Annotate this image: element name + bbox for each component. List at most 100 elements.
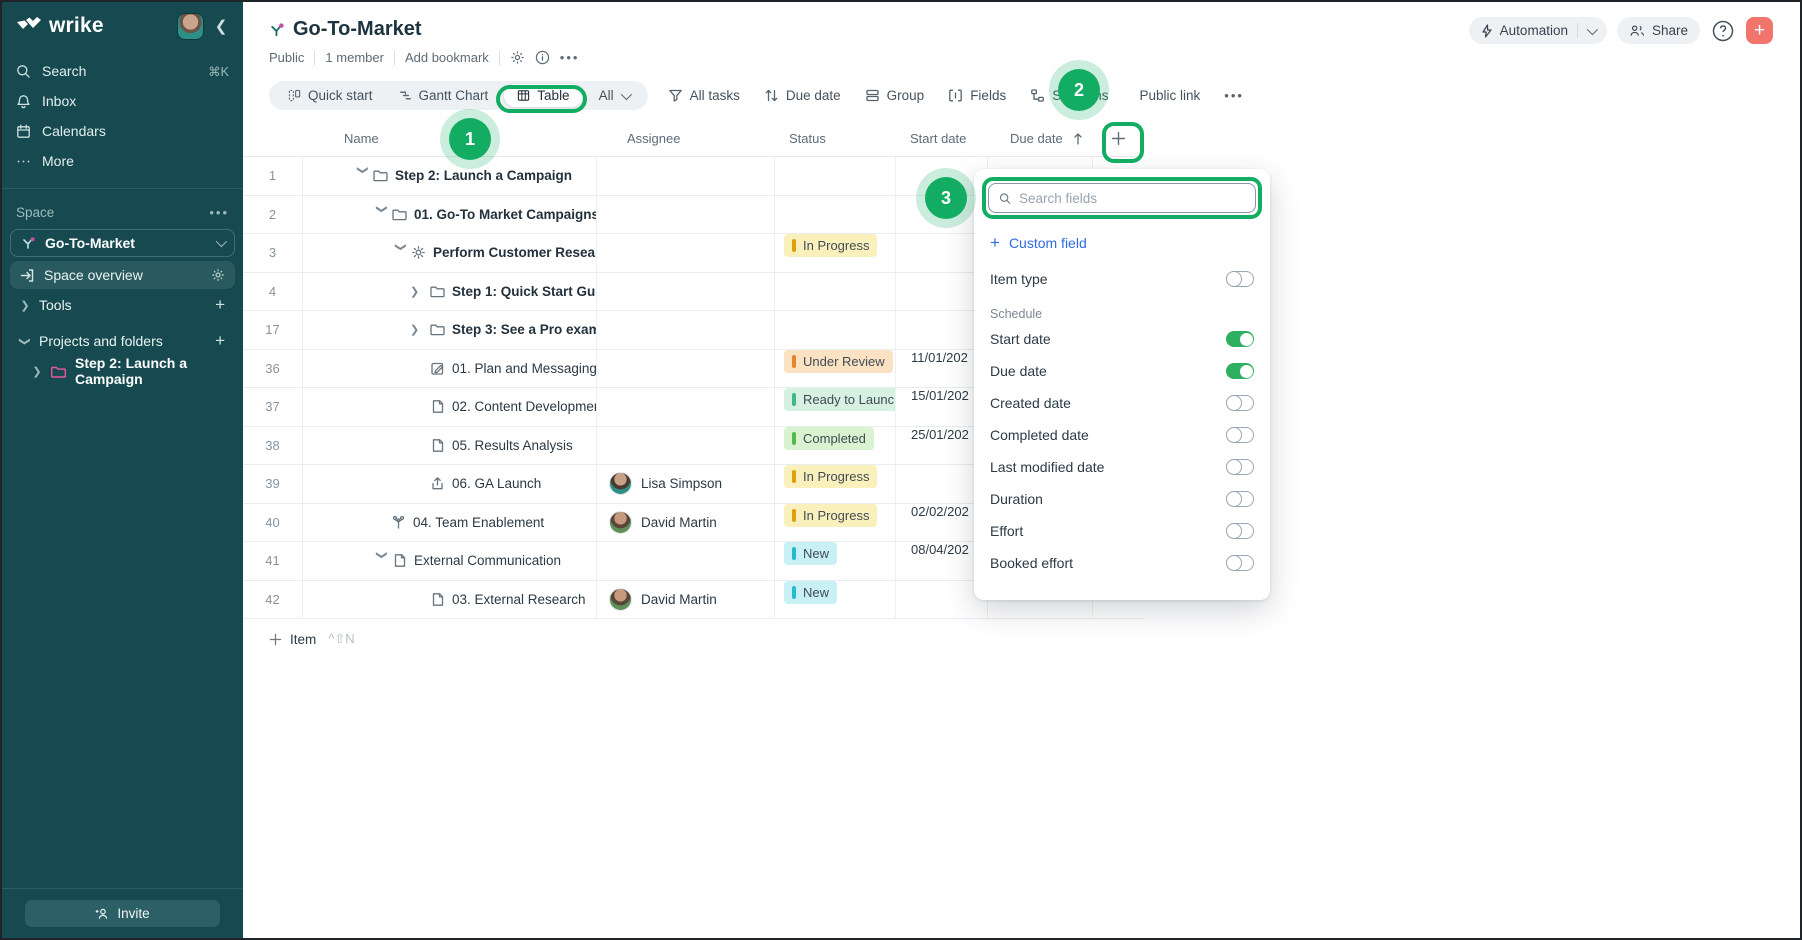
assignee-cell[interactable]: David Martin [596, 504, 774, 542]
automation-button[interactable]: Automation [1469, 17, 1607, 44]
public-label[interactable]: Public [269, 50, 304, 65]
chevron-down-icon[interactable]: ❯ [357, 166, 370, 186]
column-header-status[interactable]: Status [774, 131, 895, 146]
chevron-right-icon[interactable]: ❯ [410, 323, 430, 336]
members-label[interactable]: 1 member [325, 50, 384, 65]
toggle-switch[interactable] [1226, 395, 1254, 411]
field-label: Completed date [990, 427, 1226, 443]
assignee-cell[interactable] [596, 311, 774, 349]
column-header-start-date[interactable]: Start date [895, 131, 987, 146]
status-cell[interactable]: Completed [774, 427, 895, 465]
status-cell[interactable] [774, 311, 895, 349]
status-cell[interactable]: New [774, 542, 895, 580]
toolbar-more-icon[interactable]: ••• [1224, 88, 1244, 103]
status-cell[interactable]: In Progress [774, 465, 895, 503]
chevron-down-icon[interactable]: ❯ [376, 551, 389, 571]
invite-button[interactable]: Invite [25, 900, 220, 927]
toolbar-all-tasks[interactable]: All tasks [668, 88, 740, 103]
status-cell[interactable]: Under Review [774, 350, 895, 388]
sidebar-item-space-overview[interactable]: Space overview [10, 261, 235, 289]
add-item-button[interactable]: Item ^⇧N [243, 619, 1145, 659]
add-custom-field-button[interactable]: + Custom field [990, 233, 1254, 253]
assignee-cell[interactable]: Lisa Simpson [596, 465, 774, 503]
assignee-cell[interactable] [596, 196, 774, 234]
task-name-cell[interactable]: 04. Team Enablement [302, 504, 596, 542]
add-bookmark-link[interactable]: Add bookmark [405, 50, 489, 65]
status-cell[interactable]: In Progress [774, 504, 895, 542]
toolbar-public-link[interactable]: Public link [1132, 88, 1200, 103]
toggle-switch[interactable] [1226, 459, 1254, 475]
assignee-cell[interactable] [596, 350, 774, 388]
task-name-cell[interactable]: 03. External Research [302, 581, 596, 619]
user-avatar[interactable] [177, 13, 204, 40]
assignee-cell[interactable] [596, 273, 774, 311]
chevron-right-icon[interactable]: ❯ [410, 285, 430, 298]
assignee-cell[interactable] [596, 542, 774, 580]
task-name-cell[interactable]: ❯ Perform Customer Research a [302, 234, 596, 272]
sidebar-divider [2, 188, 243, 189]
field-toggle-last-modified-date: Last modified date [988, 451, 1256, 483]
assignee-cell[interactable]: David Martin [596, 581, 774, 619]
sidebar-item-go-to-market[interactable]: Go-To-Market [10, 229, 235, 257]
status-cell[interactable] [774, 196, 895, 234]
task-name-cell[interactable]: 05. Results Analysis [302, 427, 596, 465]
status-cell[interactable]: In Progress [774, 234, 895, 272]
status-cell[interactable]: Ready to Launch [774, 388, 895, 426]
toggle-switch[interactable] [1226, 427, 1254, 443]
task-name-cell[interactable]: ❯ 01. Go-To Market Campaigns [302, 196, 596, 234]
sidebar-item-search[interactable]: Search ⌘K [2, 56, 243, 86]
tab-table[interactable]: Table [503, 83, 583, 108]
status-badge: Completed [784, 427, 874, 450]
gear-icon[interactable] [211, 268, 225, 282]
space-options-icon[interactable]: ••• [209, 205, 229, 220]
toolbar-group[interactable]: Group [865, 88, 925, 103]
view-scope-dropdown[interactable]: All [586, 81, 642, 110]
assignee-cell[interactable] [596, 388, 774, 426]
info-icon[interactable] [535, 50, 550, 65]
gear-icon[interactable] [510, 50, 525, 65]
toolbar-due-date[interactable]: Due date [764, 88, 841, 103]
toggle-switch[interactable] [1226, 271, 1254, 287]
tab-quick-start[interactable]: Quick start [275, 81, 386, 110]
task-name-cell[interactable]: ❯ Step 2: Launch a Campaign [302, 157, 596, 195]
sidebar-collapse-icon[interactable]: ❮ [213, 17, 229, 35]
assignee-cell[interactable] [596, 427, 774, 465]
share-button[interactable]: Share [1617, 17, 1700, 44]
sidebar-item-tools[interactable]: ❯ Tools + [10, 291, 235, 319]
help-button[interactable] [1710, 18, 1736, 44]
status-cell[interactable] [774, 157, 895, 195]
assignee-cell[interactable] [596, 234, 774, 272]
toggle-switch[interactable] [1226, 523, 1254, 539]
toggle-switch[interactable] [1226, 363, 1254, 379]
assignee-cell[interactable] [596, 157, 774, 195]
sidebar-item-step2-campaign[interactable]: ❯ Step 2: Launch a Campaign [10, 357, 235, 385]
task-name-cell[interactable]: ❯ External Communication [302, 542, 596, 580]
more-options-icon[interactable]: ••• [560, 50, 580, 65]
toggle-switch[interactable] [1226, 491, 1254, 507]
plus-icon [1111, 131, 1126, 146]
task-name-cell[interactable]: ❯ Step 3: See a Pro example [302, 311, 596, 349]
toolbar-fields[interactable]: Fields [948, 88, 1006, 103]
task-name-cell[interactable]: 01. Plan and Messaging Str [302, 350, 596, 388]
task-name-cell[interactable]: 02. Content Development [302, 388, 596, 426]
sidebar-item-more[interactable]: More [2, 146, 243, 176]
task-name-cell[interactable]: 06. GA Launch [302, 465, 596, 503]
status-cell[interactable]: New [774, 581, 895, 619]
task-name-cell[interactable]: ❯ Step 1: Quick Start Guide [302, 273, 596, 311]
tab-gantt-chart[interactable]: Gantt Chart [386, 81, 502, 110]
toggle-switch[interactable] [1226, 331, 1254, 347]
add-project-icon[interactable]: + [215, 331, 225, 351]
chevron-down-icon[interactable]: ❯ [395, 243, 408, 263]
toggle-switch[interactable] [1226, 555, 1254, 571]
create-button[interactable]: + [1746, 17, 1773, 44]
column-header-assignee[interactable]: Assignee [596, 131, 774, 146]
chevron-down-icon[interactable]: ❯ [376, 204, 389, 224]
search-fields-input[interactable] [988, 183, 1256, 213]
status-cell[interactable] [774, 273, 895, 311]
sidebar-item-inbox[interactable]: Inbox [2, 86, 243, 116]
sidebar-item-calendars[interactable]: Calendars [2, 116, 243, 146]
add-tool-icon[interactable]: + [215, 295, 225, 315]
add-column-button[interactable] [1092, 131, 1145, 146]
column-header-due-date[interactable]: Due date [987, 131, 1092, 146]
sidebar-item-projects-and-folders[interactable]: ❯ Projects and folders + [10, 327, 235, 355]
